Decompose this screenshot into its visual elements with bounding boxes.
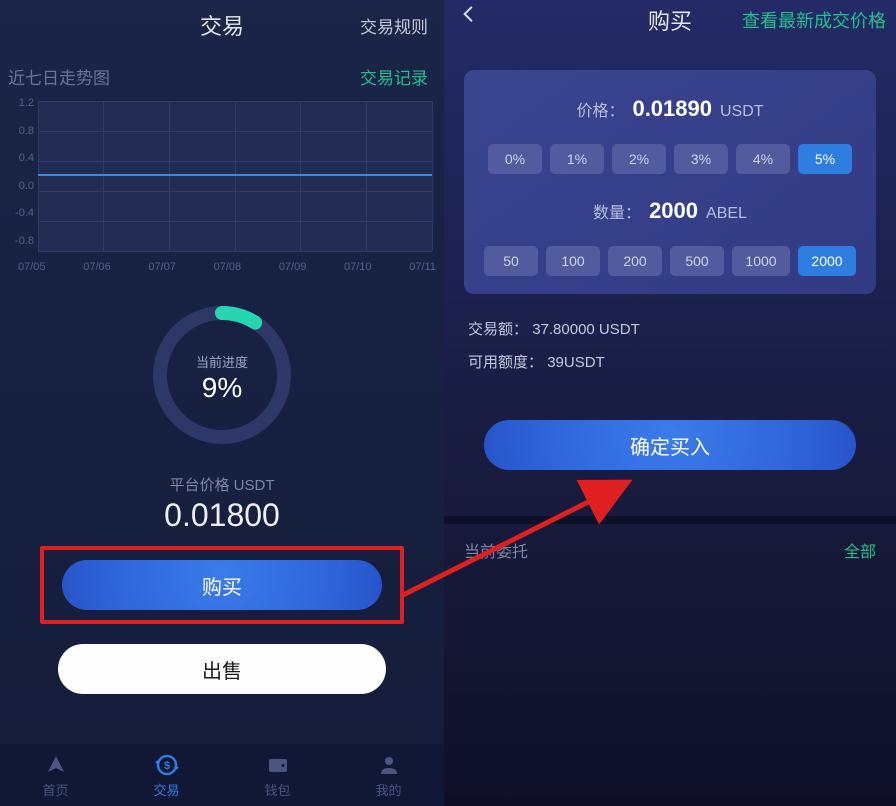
tab-label: 我的 <box>375 780 401 799</box>
section-divider <box>444 516 896 524</box>
wallet-icon <box>265 752 291 778</box>
trade-rules-link[interactable]: 交易规则 <box>360 13 428 38</box>
trade-amount-line: 交易额： 37.80000 USDT <box>468 318 872 339</box>
available-line: 可用额度： 39USDT <box>468 351 872 372</box>
tab-home[interactable]: 首页 <box>0 744 111 806</box>
x-tick: 07/08 <box>214 261 242 273</box>
qty-chip-row: 50 100 200 500 1000 2000 <box>478 246 862 276</box>
tab-profile[interactable]: 我的 <box>333 744 444 806</box>
svg-text:$: $ <box>163 760 169 772</box>
confirm-buy-button[interactable]: 确定买入 <box>484 420 856 470</box>
available-label: 可用额度： <box>468 354 543 371</box>
right-header: 购买 查看最新成交价格 <box>444 0 896 40</box>
trend-label: 近七日走势图 <box>8 64 110 89</box>
y-tick: 1.2 <box>8 97 34 109</box>
trade-amount-label: 交易额： <box>468 321 528 338</box>
trend-chart: 1.2 0.8 0.4 0.0 -0.4 -0.8 07/05 07/06 <box>0 95 444 275</box>
qty-chip-500[interactable]: 500 <box>670 246 724 276</box>
buy-highlight-box: 购买 <box>40 546 404 624</box>
trade-amount-value: 37.80000 USDT <box>532 321 640 338</box>
y-tick: -0.8 <box>8 235 34 247</box>
profile-icon <box>376 752 402 778</box>
x-tick: 07/06 <box>83 261 111 273</box>
tab-label: 钱包 <box>264 780 290 799</box>
trend-header-row: 近七日走势图 交易记录 <box>0 50 444 95</box>
chart-x-axis: 07/05 07/06 07/07 07/08 07/09 07/10 07/1… <box>18 261 436 273</box>
progress-percent: 9% <box>147 372 297 404</box>
pct-chip-5pct[interactable]: 5% <box>798 144 852 174</box>
buy-screen: 购买 查看最新成交价格 价格： 0.01890 USDT 0% 1% 2% 3% 4% 5… <box>444 0 896 806</box>
orders-header: 当前委托 全部 <box>444 524 896 576</box>
tab-label: 首页 <box>42 780 68 799</box>
tab-trade[interactable]: $ 交易 <box>111 744 222 806</box>
qty-chip-50[interactable]: 50 <box>484 246 538 276</box>
qty-label: 数量： <box>593 199 641 223</box>
y-tick: 0.0 <box>8 180 34 192</box>
y-tick: 0.4 <box>8 152 34 164</box>
qty-unit: ABEL <box>706 205 747 223</box>
page-title: 交易 <box>200 9 244 41</box>
progress-label: 当前进度 <box>147 352 297 371</box>
price-value: 0.01890 <box>632 96 712 122</box>
platform-price: 0.01800 <box>0 497 444 534</box>
trade-icon: $ <box>154 752 180 778</box>
price-unit: USDT <box>720 103 764 121</box>
buy-button[interactable]: 购买 <box>62 560 382 610</box>
pct-chip-1pct[interactable]: 1% <box>550 144 604 174</box>
pct-chip-2pct[interactable]: 2% <box>612 144 666 174</box>
tab-wallet[interactable]: 钱包 <box>222 744 333 806</box>
qty-chip-2000[interactable]: 2000 <box>798 246 856 276</box>
y-tick: -0.4 <box>8 207 34 219</box>
qty-chip-100[interactable]: 100 <box>546 246 600 276</box>
x-tick: 07/11 <box>409 261 436 273</box>
buy-title: 购买 <box>648 4 692 36</box>
back-icon[interactable] <box>458 4 478 29</box>
tab-label: 交易 <box>153 780 179 799</box>
left-header: 交易 交易规则 <box>0 0 444 50</box>
percent-chip-row: 0% 1% 2% 3% 4% 5% <box>478 144 862 174</box>
qty-chip-200[interactable]: 200 <box>608 246 662 276</box>
progress-ring: 当前进度 9% <box>147 300 297 450</box>
pct-chip-4pct[interactable]: 4% <box>736 144 790 174</box>
order-card: 价格： 0.01890 USDT 0% 1% 2% 3% 4% 5% 数量： 2000 A… <box>464 70 876 294</box>
x-tick: 07/05 <box>18 261 46 273</box>
x-tick: 07/07 <box>148 261 176 273</box>
price-label: 价格： <box>576 97 624 121</box>
chart-y-axis: 1.2 0.8 0.4 0.0 -0.4 -0.8 <box>8 97 34 247</box>
price-row: 价格： 0.01890 USDT <box>478 96 862 122</box>
pct-chip-0pct[interactable]: 0% <box>488 144 542 174</box>
chart-plot-area <box>38 101 432 251</box>
y-tick: 0.8 <box>8 125 34 137</box>
trade-records-link[interactable]: 交易记录 <box>360 64 428 89</box>
platform-price-label: 平台价格 USDT <box>0 474 444 495</box>
latest-price-link[interactable]: 查看最新成交价格 <box>742 7 886 33</box>
orders-all-link[interactable]: 全部 <box>844 538 876 562</box>
sell-button[interactable]: 出售 <box>58 644 386 694</box>
trade-screen: 交易 交易规则 近七日走势图 交易记录 1.2 0.8 0.4 0.0 -0.4… <box>0 0 444 806</box>
qty-row: 数量： 2000 ABEL <box>478 198 862 224</box>
pct-chip-3pct[interactable]: 3% <box>674 144 728 174</box>
orders-label: 当前委托 <box>464 538 528 562</box>
x-tick: 07/10 <box>344 261 372 273</box>
home-icon <box>43 752 69 778</box>
bottom-tabbar: 首页 $ 交易 钱包 我的 <box>0 744 444 806</box>
chart-series-line <box>38 174 432 176</box>
qty-value: 2000 <box>649 198 698 224</box>
x-tick: 07/09 <box>279 261 307 273</box>
qty-chip-1000[interactable]: 1000 <box>732 246 790 276</box>
available-value: 39USDT <box>547 354 605 371</box>
